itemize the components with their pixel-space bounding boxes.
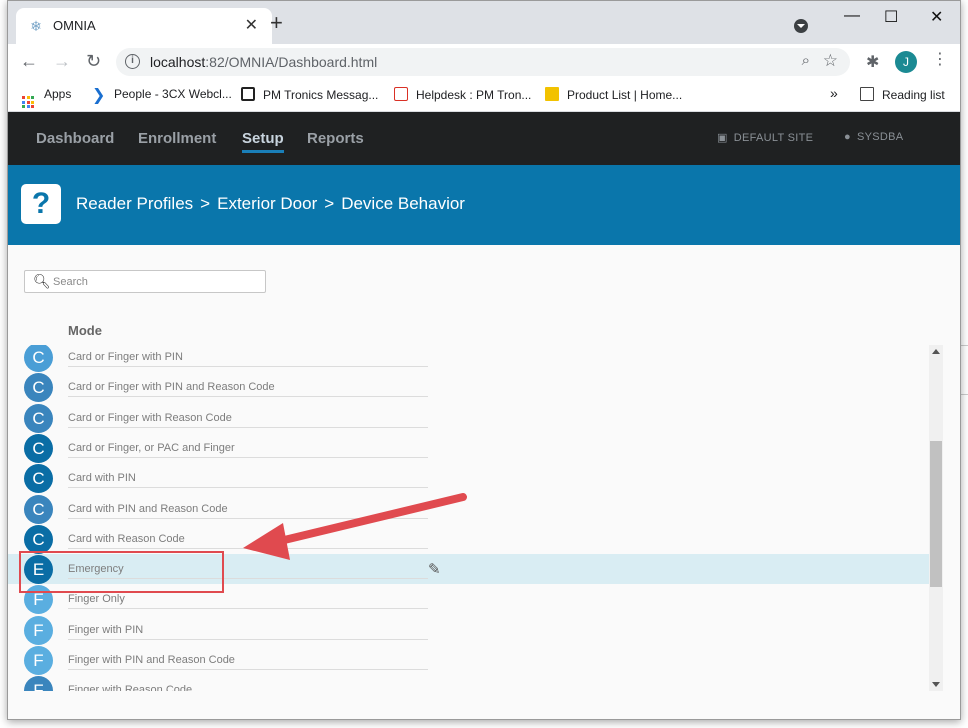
row-label: Card with Reason Code [68,533,428,549]
row-initial-avatar: C [24,373,53,403]
back-arrow-icon[interactable]: ← [20,52,38,70]
nav-setup[interactable]: Setup [242,130,284,153]
new-tab-button[interactable]: + [270,12,283,34]
tab-title: OMNIA [53,18,96,33]
row-initial-avatar: C [24,524,53,554]
page-header-banner: ? Reader Profiles > Exterior Door > Device B… [8,165,960,245]
search-icon: 🔍︎ [33,273,51,289]
site-info-icon[interactable]: i [125,54,140,69]
close-window-button[interactable]: ✕ [930,7,943,27]
breadcrumb: Reader Profiles > Exterior Door > Device Beh… [76,194,465,214]
table-row[interactable]: C Card or Finger with PIN and Reason Code [8,372,929,403]
row-label: Card or Finger with PIN and Reason Code [68,381,428,398]
breadcrumb-exterior-door[interactable]: Exterior Door [217,194,317,213]
bookmark-product-list[interactable]: Product List | Home... [545,87,682,102]
nav-enrollment[interactable]: Enrollment [138,130,216,147]
column-header-mode[interactable]: Mode [68,323,102,338]
row-label: Finger with Reason Code [68,684,428,691]
scrollbar-thumb[interactable] [930,441,942,587]
table-row[interactable]: C Card or Finger with PIN [8,345,929,372]
help-icon[interactable]: ? [21,184,61,224]
note-icon [545,87,559,101]
breadcrumb-device-behavior: Device Behavior [341,194,465,213]
floppy-disk-icon: ▣ [717,132,728,144]
row-label: Finger with PIN [68,624,428,640]
site-selector[interactable]: ▣ DEFAULT SITE [717,131,813,144]
bookmark-pm-tronics[interactable]: PM Tronics Messag... [241,87,378,102]
nav-dashboard[interactable]: Dashboard [36,130,114,147]
nav-reports[interactable]: Reports [307,130,364,147]
forward-arrow-icon[interactable]: → [53,52,71,70]
search-input[interactable] [53,274,258,289]
browser-toolbar: ← → ↻ i localhost:82/OMNIA/Dashboard.htm… [8,44,960,80]
table-row[interactable]: F Finger with Reason Code [8,675,929,691]
row-label: Finger with PIN and Reason Code [68,654,428,670]
3cx-icon: ❯ [92,87,106,104]
row-initial-avatar: C [24,464,53,494]
content-area: 🔍︎ Mode C Card or Finger with PIN C Card or… [8,245,960,719]
breadcrumb-reader-profiles[interactable]: Reader Profiles [76,194,193,213]
tab-close-icon[interactable]: ✕ [245,15,258,35]
mode-list: C Card or Finger with PIN C Card or Finger … [8,345,929,691]
helpdesk-icon [394,87,408,101]
bookmarks-overflow-button[interactable]: » [830,85,838,101]
table-row[interactable]: C Card with PIN [8,463,929,494]
row-initial-avatar: F [24,676,53,691]
row-label: Finger Only [68,593,428,610]
reload-icon[interactable]: ↻ [86,52,101,70]
table-row[interactable]: F Finger with PIN [8,615,929,645]
reading-list-icon [860,87,874,101]
row-initial-avatar: C [24,494,53,524]
edit-pencil-icon[interactable]: ✎ [428,560,441,578]
omnia-favicon-icon: ❄ [30,18,42,34]
search-box: 🔍︎ [24,270,266,293]
breadcrumb-separator: > [200,194,211,213]
scroll-down-arrow-icon[interactable] [932,682,940,687]
url-text[interactable]: localhost:82/OMNIA/Dashboard.html [150,54,377,70]
table-row[interactable]: C Card with Reason Code [8,524,929,554]
browser-tab-omnia[interactable]: ❄ OMNIA ✕ [16,8,272,44]
bookmark-apps[interactable]: Apps [22,87,71,108]
table-row[interactable]: C Card or Finger with Reason Code [8,403,929,433]
row-initial-avatar: F [24,615,53,645]
row-label: Card with PIN [68,472,428,489]
row-initial-avatar: C [24,403,53,433]
bookmark-3cx[interactable]: ❯ People - 3CX Webcl... [92,87,232,104]
bookmark-star-icon[interactable]: ☆ [823,51,838,71]
bookmark-helpdesk[interactable]: Helpdesk : PM Tron... [394,87,531,102]
apps-grid-icon [22,96,34,108]
profile-avatar[interactable]: J [895,51,917,73]
maximize-button[interactable]: ☐ [884,7,898,27]
tab-strip: ❄ OMNIA ✕ + — ☐ ✕ [8,1,960,44]
row-label: Card with PIN and Reason Code [68,503,428,519]
row-initial-avatar: C [24,433,53,463]
tab-search-icon[interactable] [794,19,808,33]
scroll-up-arrow-icon[interactable] [932,349,940,354]
user-menu[interactable]: ● SYSDBA [844,131,903,143]
bookmarks-bar: Apps ❯ People - 3CX Webcl... PM Tronics M… [8,80,960,112]
row-initial-avatar: C [24,345,53,372]
table-row[interactable]: C Card or Finger, or PAC and Finger [8,433,929,463]
pm-tronics-icon [241,87,255,101]
table-row[interactable]: C Card with PIN and Reason Code [8,494,929,524]
row-label: Card or Finger with Reason Code [68,412,428,428]
app-navbar: Dashboard Enrollment Setup Reports ▣ DEFA… [8,112,960,165]
browser-menu-icon[interactable]: ⋮ [932,51,948,69]
address-bar[interactable]: i localhost:82/OMNIA/Dashboard.html ⌕ ☆ [116,48,850,76]
row-label: Card or Finger, or PAC and Finger [68,442,428,458]
table-row[interactable]: F Finger with PIN and Reason Code [8,645,929,675]
zoom-icon[interactable]: ⌕ [802,52,810,69]
background-right-strip [961,345,968,395]
row-initial-avatar: F [24,646,53,675]
row-label: Card or Finger with PIN [68,351,428,367]
annotation-highlight-box [19,551,224,593]
browser-window: ❄ OMNIA ✕ + — ☐ ✕ ← → ↻ i localhost:82/O… [7,0,961,720]
reading-list-button[interactable]: Reading list [860,87,945,102]
minimize-button[interactable]: — [844,7,860,25]
user-icon: ● [844,131,851,143]
extensions-puzzle-icon[interactable]: ✱ [866,52,879,72]
list-scrollbar[interactable] [929,345,943,691]
breadcrumb-separator: > [324,194,335,213]
